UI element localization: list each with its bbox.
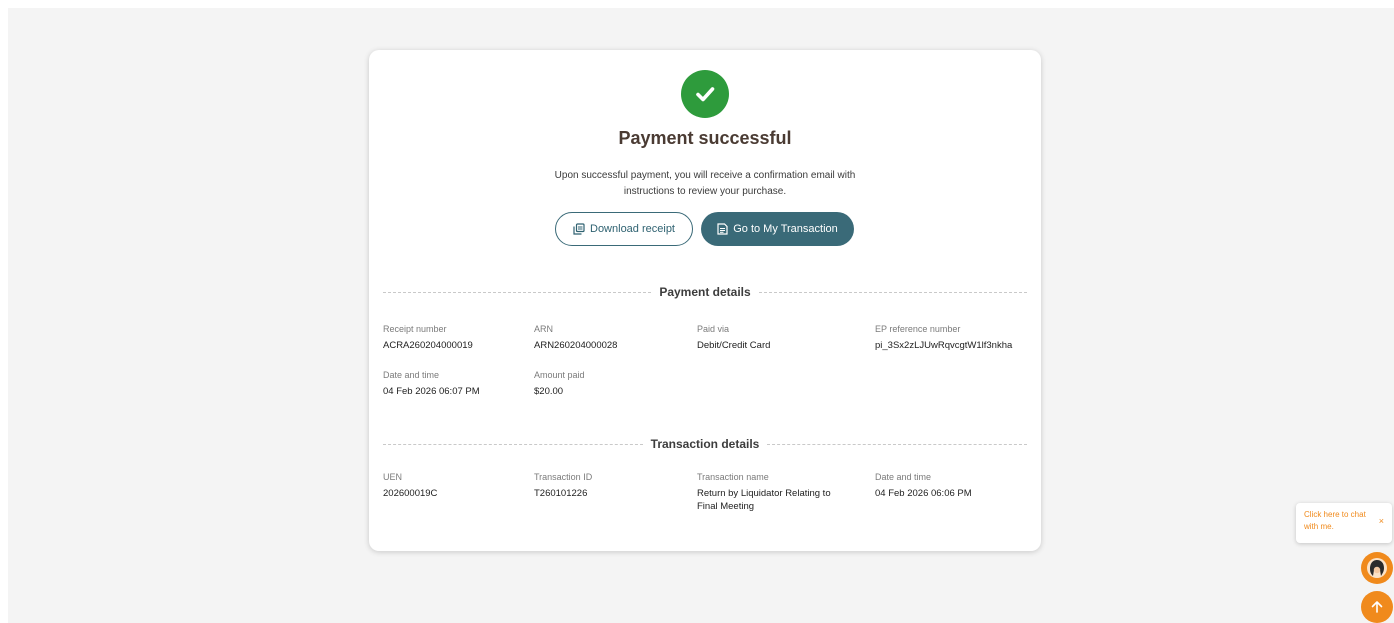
transaction-name-field: Transaction name Return by Liquidator Re… <box>697 472 831 512</box>
transaction-date-time-field: Date and time 04 Feb 2026 06:06 PM <box>875 472 972 499</box>
ep-reference-field: EP reference number pi_3Sx2zLJUwRqvcgtW1… <box>875 324 1013 351</box>
avatar-icon[interactable] <box>1361 552 1393 584</box>
transaction-id-field: Transaction ID T260101226 <box>534 472 593 499</box>
download-receipt-button[interactable]: Download receipt <box>555 212 693 246</box>
page-title: Payment successful <box>618 128 792 148</box>
payment-result-card: Payment successful Upon successful payme… <box>369 50 1041 551</box>
transaction-details-heading: Transaction details <box>650 437 760 451</box>
check-circle-icon <box>681 70 729 118</box>
arn-field: ARN ARN260204000028 <box>534 324 618 351</box>
transaction-details-divider: Transaction details <box>383 436 1028 452</box>
payment-date-time-field: Date and time 04 Feb 2026 06:07 PM <box>383 370 480 397</box>
paid-via-field: Paid via Debit/Credit Card <box>697 324 771 351</box>
chat-prompt-bubble[interactable]: Click here to chat with me. × <box>1296 503 1392 543</box>
receipt-number-field: Receipt number ACRA260204000019 <box>383 324 473 351</box>
copy-icon <box>573 223 585 235</box>
chat-prompt-text: Click here to chat with me. <box>1304 510 1366 531</box>
arrow-up-icon[interactable] <box>1361 591 1393 623</box>
payment-details-heading: Payment details <box>659 285 751 299</box>
uen-field: UEN 202600019C <box>383 472 438 499</box>
go-to-transaction-label: Go to My Transaction <box>733 223 838 235</box>
payment-details-divider: Payment details <box>383 284 1027 300</box>
go-to-transaction-button[interactable]: Go to My Transaction <box>701 212 854 246</box>
amount-paid-field: Amount paid $20.00 <box>534 370 585 397</box>
download-receipt-label: Download receipt <box>590 223 675 235</box>
document-icon <box>717 223 728 235</box>
close-icon[interactable]: × <box>1379 515 1384 527</box>
confirmation-message: Upon successful payment, you will receiv… <box>554 170 856 197</box>
